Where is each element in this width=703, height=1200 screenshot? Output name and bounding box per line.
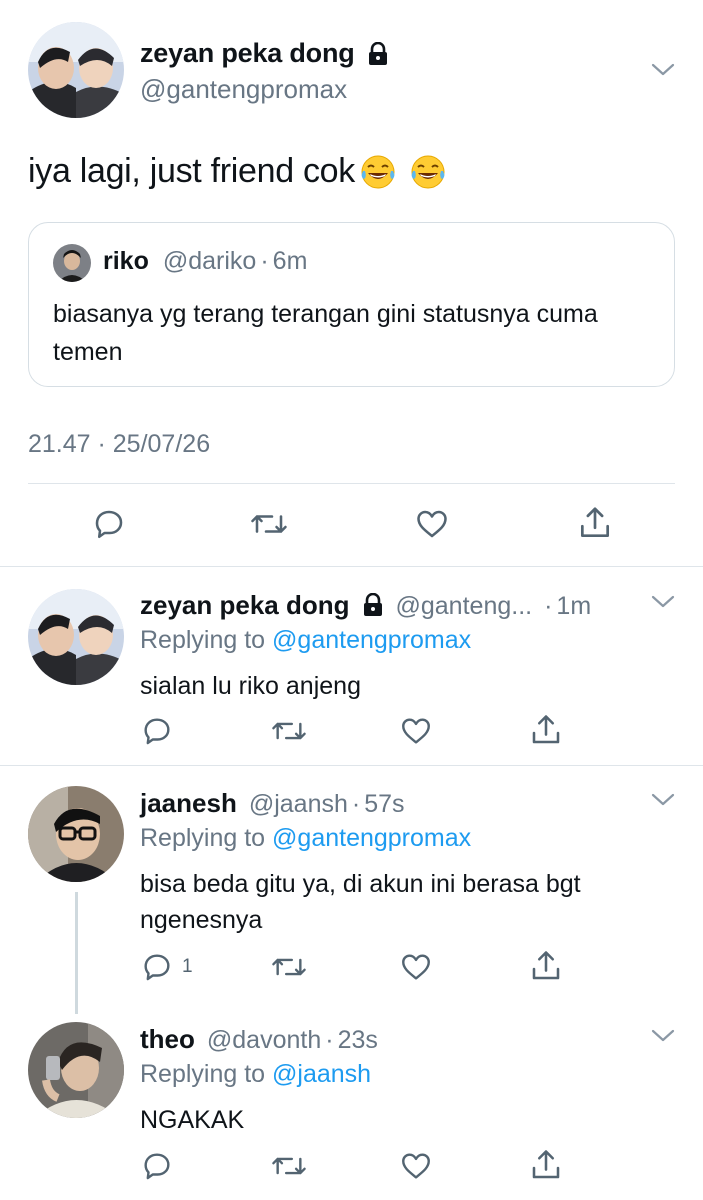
share-icon [532, 715, 560, 744]
reply-author-handle[interactable]: @jaansh [249, 790, 348, 819]
reply-time[interactable]: 57s [364, 790, 404, 819]
reply-button[interactable] [140, 1149, 182, 1183]
reply-icon [144, 1153, 170, 1180]
chevron-down-icon[interactable] [650, 792, 676, 808]
quoted-tweet-time: 6m [272, 247, 308, 275]
tweet-timestamp[interactable]: 21.47 · 25/07/26 [28, 430, 210, 459]
reply-actions [0, 714, 703, 750]
laughing-emoji-icon [361, 155, 395, 188]
share-button[interactable] [528, 712, 564, 748]
share-icon [532, 1150, 560, 1179]
reply-author-name[interactable]: theo [140, 1024, 195, 1055]
reply-author-avatar[interactable] [28, 1022, 124, 1118]
quoted-tweet-text: biasanya yg terang terangan gini statusn… [53, 300, 598, 366]
divider [0, 566, 703, 567]
divider [28, 483, 675, 484]
retweet-button[interactable] [270, 950, 308, 984]
heart-icon [402, 718, 430, 744]
chevron-down-icon[interactable] [650, 594, 676, 610]
reply-time[interactable]: 23s [338, 1026, 378, 1055]
replying-to: Replying to @gantengpromax [140, 626, 471, 655]
heart-icon [417, 510, 447, 538]
share-button[interactable] [528, 948, 564, 984]
reply-author-handle[interactable]: @davonth [207, 1026, 321, 1055]
retweet-icon [272, 958, 306, 976]
laughing-emoji-icon [411, 155, 445, 188]
lock-icon [368, 41, 387, 65]
reply-icon [144, 954, 170, 981]
reply-icon [95, 510, 123, 539]
separator-dot: · [351, 790, 361, 818]
retweet-button[interactable] [249, 506, 289, 542]
reply-text: NGAKAK [140, 1106, 245, 1134]
reply-author-avatar[interactable] [28, 786, 124, 882]
replying-to: Replying to @jaansh [140, 1060, 371, 1089]
divider [0, 765, 703, 766]
retweet-button[interactable] [270, 1149, 308, 1183]
main-author-handle[interactable]: @gantengpromax [140, 74, 347, 105]
replying-to-label: Replying to [140, 824, 266, 852]
quoted-author-name: riko [103, 247, 149, 275]
quoted-author-avatar [53, 244, 91, 282]
separator-dot: · [544, 592, 553, 620]
like-button[interactable] [399, 1149, 433, 1183]
main-tweet-text: iya lagi, just friend cok [28, 152, 447, 191]
share-icon [532, 951, 560, 980]
separator-dot: · [325, 1026, 334, 1054]
like-button[interactable] [399, 714, 433, 748]
reply-button[interactable] [91, 506, 127, 542]
reply-icon [144, 718, 170, 745]
reply-actions [0, 1149, 703, 1185]
replying-to-label: Replying to [140, 1060, 266, 1088]
chevron-down-icon[interactable] [650, 62, 676, 78]
reply-text: bisa beda gitu ya, di akun ini berasa bg… [140, 870, 581, 934]
main-tweet-actions [0, 500, 703, 548]
reply-author-avatar[interactable] [28, 589, 124, 685]
retweet-icon [272, 722, 306, 740]
like-button[interactable] [399, 950, 433, 984]
replying-to-label: Replying to [140, 626, 266, 654]
reply-button[interactable] [140, 714, 182, 748]
reply-count: 1 [182, 956, 193, 977]
replying-to-handle[interactable]: @gantengpromax [272, 824, 471, 852]
replying-to-handle[interactable]: @jaansh [272, 1060, 371, 1088]
separator-dot: · [260, 247, 269, 275]
tweet-text-body: iya lagi, just friend cok [28, 152, 355, 190]
reply-text: sialan lu riko anjeng [140, 672, 361, 700]
replying-to: Replying to @gantengpromax [140, 824, 471, 853]
heart-icon [402, 1153, 430, 1179]
replying-to-handle[interactable]: @gantengpromax [272, 626, 471, 654]
reply-author-name[interactable]: zeyan peka dong [140, 590, 350, 621]
main-author-avatar[interactable] [28, 22, 124, 118]
quoted-tweet-card[interactable]: riko @dariko · 6m biasanya yg terang ter… [28, 222, 675, 387]
quoted-author-handle: @dariko [162, 247, 257, 275]
share-button[interactable] [576, 504, 614, 542]
like-button[interactable] [413, 506, 451, 542]
reply-button[interactable]: 1 [140, 950, 193, 984]
reply-actions: 1 [0, 950, 703, 986]
reply-author-handle[interactable]: @ganteng... [396, 592, 533, 621]
lock-icon [363, 593, 382, 616]
main-author-name[interactable]: zeyan peka dong [140, 38, 355, 69]
reply-author-name[interactable]: jaanesh [140, 788, 237, 819]
retweet-icon [251, 515, 287, 533]
retweet-icon [272, 1157, 306, 1175]
share-button[interactable] [528, 1147, 564, 1183]
chevron-down-icon[interactable] [650, 1028, 676, 1044]
share-icon [580, 507, 610, 538]
retweet-button[interactable] [270, 714, 308, 748]
reply-time[interactable]: 1m [556, 592, 591, 621]
heart-icon [402, 954, 430, 980]
